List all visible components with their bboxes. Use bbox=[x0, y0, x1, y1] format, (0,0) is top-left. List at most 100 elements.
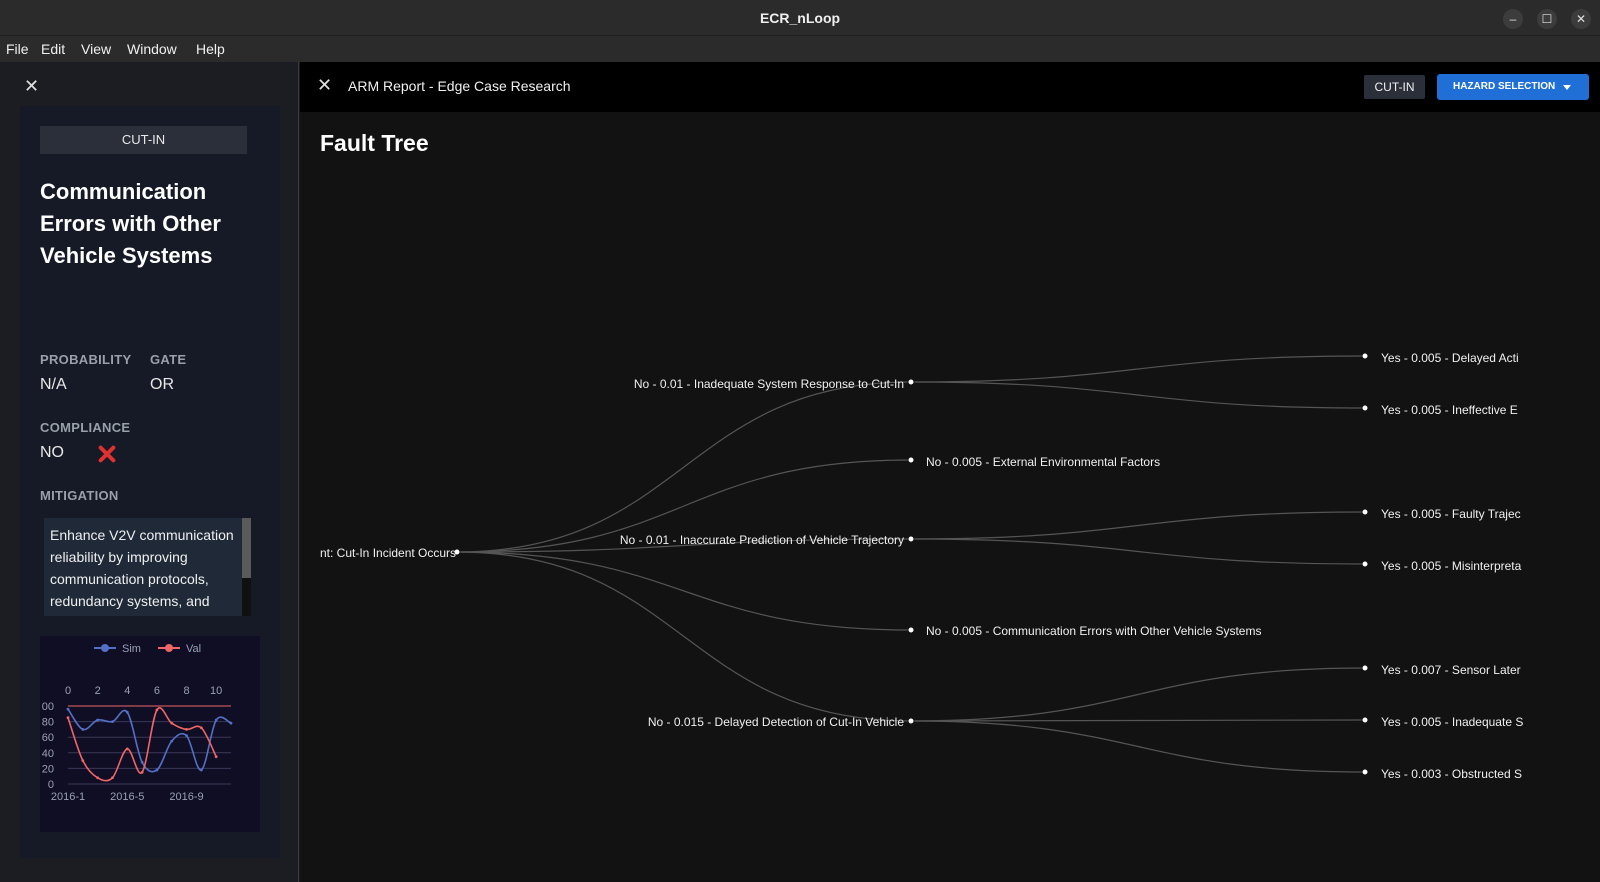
menu-help[interactable]: Help bbox=[196, 41, 225, 57]
probability-label: PROBABILITY bbox=[40, 352, 132, 367]
data-point bbox=[111, 776, 114, 780]
scenario-chip: CUT-IN bbox=[1364, 75, 1425, 99]
tree-node-label[interactable]: No - 0.005 - External Environmental Fact… bbox=[926, 455, 1160, 469]
top-tick-label: 2 bbox=[95, 685, 101, 697]
tree-node-label[interactable]: No - 0.01 - Inadequate System Response t… bbox=[554, 377, 904, 391]
tree-leaf-node[interactable] bbox=[1361, 404, 1369, 412]
hazard-title: Communication Errors with Other Vehicle … bbox=[40, 179, 221, 268]
tree-node[interactable] bbox=[907, 378, 915, 386]
tree-node-label[interactable]: No - 0.01 - Inaccurate Prediction of Veh… bbox=[554, 533, 904, 547]
tree-leaf-label[interactable]: Yes - 0.005 - Inadequate S bbox=[1381, 715, 1523, 729]
y-tick-label: 80 bbox=[42, 717, 54, 729]
close-icon[interactable]: ✕ bbox=[24, 76, 39, 97]
menu-window[interactable]: Window bbox=[127, 41, 177, 57]
mitigation-scrollbar[interactable] bbox=[242, 518, 251, 616]
tree-link bbox=[456, 551, 912, 631]
legend-swatch-dot bbox=[101, 644, 109, 652]
tree-link bbox=[910, 511, 1366, 540]
tree-leaf-label[interactable]: Yes - 0.007 - Sensor Later bbox=[1381, 663, 1521, 677]
gate-value: OR bbox=[150, 376, 174, 393]
x-tick-label: 2016-5 bbox=[110, 791, 144, 803]
top-tick-label: 6 bbox=[154, 685, 160, 697]
tree-link bbox=[456, 551, 912, 722]
x-tick-label: 2016-1 bbox=[51, 791, 85, 803]
tree-leaf-node[interactable] bbox=[1361, 508, 1369, 516]
data-point bbox=[199, 726, 203, 730]
legend-label: Val bbox=[186, 643, 201, 655]
mini-chart-svg: Sim Val008060402000 2 4 6 8 102016-1 2016-5 2016… bbox=[42, 643, 233, 803]
hazard-selection-label: HAZARD SELECTION bbox=[1453, 81, 1556, 92]
data-point bbox=[111, 720, 114, 723]
top-tick-label: 10 bbox=[210, 685, 222, 697]
tree-leaf-label[interactable]: Yes - 0.005 - Delayed Acti bbox=[1381, 351, 1519, 365]
top-tick-label: 4 bbox=[124, 685, 130, 697]
data-point bbox=[81, 728, 85, 731]
tree-node-label[interactable]: No - 0.005 - Communication Errors with O… bbox=[926, 624, 1261, 638]
gate-label: GATE bbox=[150, 352, 187, 367]
tree-link bbox=[910, 667, 1366, 722]
tree-leaf-node[interactable] bbox=[1361, 768, 1369, 776]
menu-file[interactable]: File bbox=[6, 41, 29, 57]
fault-tree[interactable]: nt: Cut-In Incident Occurs No - 0.01 - I… bbox=[300, 112, 1540, 882]
tree-node[interactable] bbox=[907, 456, 915, 464]
x-tick-label: 2016-9 bbox=[169, 791, 203, 803]
tree-root-label[interactable]: nt: Cut-In Incident Occurs bbox=[320, 546, 456, 560]
data-point bbox=[125, 710, 129, 714]
tree-link bbox=[910, 720, 1366, 773]
top-tick-label: 8 bbox=[183, 685, 189, 697]
scrollbar-thumb[interactable] bbox=[242, 518, 251, 578]
tree-leaf-label[interactable]: Yes - 0.005 - Misinterpreta bbox=[1381, 559, 1521, 573]
tree-node[interactable] bbox=[907, 626, 915, 634]
window-close-button[interactable]: ✕ bbox=[1571, 9, 1591, 29]
window-title: ECR_nLoop bbox=[759, 10, 841, 26]
tree-link bbox=[910, 719, 1366, 722]
data-point bbox=[96, 718, 100, 722]
y-tick-label: 40 bbox=[42, 748, 54, 760]
tree-leaf-label[interactable]: Yes - 0.005 - Faulty Trajec bbox=[1381, 507, 1521, 521]
data-point bbox=[140, 770, 144, 774]
compliance-label: COMPLIANCE bbox=[40, 420, 131, 435]
report-title: ARM Report - Edge Case Research bbox=[348, 78, 571, 94]
y-tick-label: 00 bbox=[42, 701, 54, 713]
tree-node[interactable] bbox=[907, 535, 915, 543]
hazard-detail-panel: ✕ CUT-IN Communication Errors with Other… bbox=[0, 62, 299, 882]
tree-leaf-node[interactable] bbox=[1361, 352, 1369, 360]
tree-leaf-node[interactable] bbox=[1361, 664, 1369, 672]
tree-leaf-node[interactable] bbox=[1361, 560, 1369, 568]
data-point bbox=[185, 728, 188, 731]
legend-swatch-dot bbox=[165, 644, 173, 652]
tree-leaf-label[interactable]: Yes - 0.003 - Obstructed S bbox=[1381, 767, 1522, 781]
tree-node-label[interactable]: No - 0.015 - Delayed Detection of Cut-In… bbox=[554, 715, 904, 729]
y-tick-label: 20 bbox=[42, 763, 54, 775]
tree-link bbox=[910, 355, 1366, 383]
tree-link bbox=[456, 381, 912, 553]
mitigation-text: Enhance V2V communication reliability by… bbox=[50, 527, 234, 616]
series-line-val bbox=[67, 707, 217, 782]
cross-mark-icon bbox=[97, 444, 117, 464]
menu-view[interactable]: View bbox=[81, 41, 111, 57]
title-bar: ECR_nLoop – ☐ ✕ bbox=[0, 0, 1600, 36]
top-tick-label: 0 bbox=[65, 685, 71, 697]
data-point bbox=[66, 716, 70, 720]
y-tick-label: 60 bbox=[42, 732, 54, 744]
tree-leaf-label[interactable]: Yes - 0.005 - Ineffective E bbox=[1381, 403, 1518, 417]
tree-node[interactable] bbox=[907, 717, 915, 725]
data-point bbox=[81, 759, 85, 762]
data-point bbox=[214, 718, 218, 722]
fault-tree-links bbox=[453, 352, 1369, 776]
data-point bbox=[199, 768, 203, 772]
maximize-button[interactable]: ☐ bbox=[1537, 9, 1557, 29]
mitigation-textarea[interactable]: Enhance V2V communication reliability by… bbox=[44, 518, 251, 616]
data-point bbox=[214, 755, 218, 759]
data-point bbox=[170, 739, 174, 743]
hazard-selection-button[interactable]: HAZARD SELECTION bbox=[1437, 74, 1589, 100]
minimize-button[interactable]: – bbox=[1503, 9, 1523, 29]
tree-leaf-node[interactable] bbox=[1361, 716, 1369, 724]
menu-bar: File Edit View Window Help bbox=[0, 36, 1600, 62]
mitigation-label: MITIGATION bbox=[40, 488, 119, 503]
y-tick-label: 0 bbox=[48, 779, 54, 791]
close-report-icon[interactable]: ✕ bbox=[317, 75, 332, 96]
compliance-value: NO bbox=[40, 444, 64, 461]
hazard-card: CUT-IN Communication Errors with Other V… bbox=[20, 106, 280, 858]
menu-edit[interactable]: Edit bbox=[41, 41, 65, 57]
